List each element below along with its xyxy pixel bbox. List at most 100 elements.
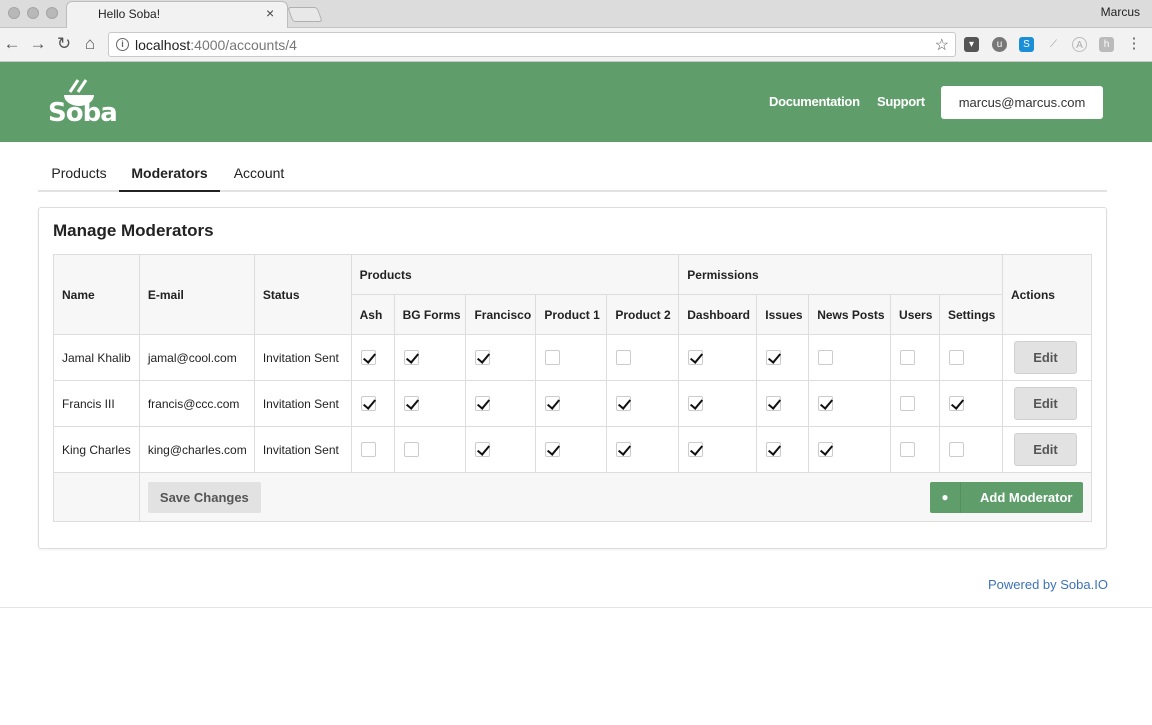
product-header: BG Forms xyxy=(393,294,467,335)
col-status-header: Status xyxy=(253,254,352,335)
extension-a-icon[interactable]: A xyxy=(1072,37,1087,52)
browser-titlebar: Hello Soba! × Marcus xyxy=(0,0,1152,29)
edit-button[interactable]: Edit xyxy=(1013,341,1077,374)
back-icon[interactable]: ← xyxy=(2,35,22,53)
permission-checkbox[interactable] xyxy=(900,396,916,412)
permission-cell xyxy=(939,426,1003,473)
products-group-header: Products xyxy=(350,254,680,295)
add-moderator-label: Add Moderator xyxy=(980,490,1073,505)
shield-extension-icon[interactable]: u xyxy=(992,37,1007,52)
permission-cell xyxy=(890,334,940,381)
reload-icon[interactable]: ↻ xyxy=(54,35,74,53)
permission-checkbox[interactable] xyxy=(688,442,704,458)
permission-checkbox[interactable] xyxy=(818,442,834,458)
product-checkbox[interactable] xyxy=(360,396,376,412)
documentation-link[interactable]: Documentation xyxy=(769,94,860,109)
product-checkbox[interactable] xyxy=(545,396,561,412)
tab-account[interactable]: Account xyxy=(222,155,296,192)
moderator-email: king@charles.com xyxy=(138,426,255,473)
minimize-window-icon[interactable] xyxy=(27,7,39,19)
close-window-icon[interactable] xyxy=(8,7,20,19)
pocket-icon[interactable]: ▾ xyxy=(964,37,979,52)
moderator-email: francis@ccc.com xyxy=(138,380,255,427)
permission-checkbox[interactable] xyxy=(766,442,782,458)
permission-cell xyxy=(756,426,810,473)
add-moderator-button[interactable]: ● Add Moderator xyxy=(930,482,1083,513)
edit-button[interactable]: Edit xyxy=(1013,433,1077,466)
actions-cell: Edit xyxy=(1001,380,1093,427)
permission-checkbox[interactable] xyxy=(688,350,704,366)
save-changes-button[interactable]: Save Changes xyxy=(147,481,261,513)
moderator-name: King Charles xyxy=(53,426,140,473)
product-checkbox[interactable] xyxy=(360,442,376,458)
product-cell xyxy=(350,380,395,427)
skype-extension-icon[interactable]: S xyxy=(1019,37,1034,52)
product-cell xyxy=(606,426,680,473)
browser-tab-title: Hello Soba! xyxy=(98,7,161,21)
support-link[interactable]: Support xyxy=(877,94,925,109)
forward-icon[interactable]: → xyxy=(28,35,48,53)
new-tab-button[interactable] xyxy=(287,7,323,22)
tab-close-icon[interactable]: × xyxy=(266,5,274,21)
product-cell xyxy=(535,426,608,473)
permission-cell xyxy=(756,334,810,381)
address-bar[interactable]: i localhost:4000/accounts/4 ☆ xyxy=(108,32,956,57)
tab-products[interactable]: Products xyxy=(38,155,120,192)
permission-cell xyxy=(939,334,1003,381)
permission-checkbox[interactable] xyxy=(818,396,834,412)
product-cell xyxy=(393,380,467,427)
permission-checkbox[interactable] xyxy=(900,350,916,366)
product-cell xyxy=(465,426,537,473)
user-account-button[interactable]: marcus@marcus.com xyxy=(941,86,1103,119)
product-cell xyxy=(606,334,680,381)
home-icon[interactable]: ⌂ xyxy=(80,35,100,53)
moderator-email: jamal@cool.com xyxy=(138,334,255,381)
moderator-status: Invitation Sent xyxy=(253,380,352,427)
table-row: King Charles king@charles.com Invitation S… xyxy=(53,426,1093,473)
product-checkbox[interactable] xyxy=(403,442,419,458)
tab-moderators[interactable]: Moderators xyxy=(119,155,220,192)
product-checkbox[interactable] xyxy=(403,396,419,412)
product-checkbox[interactable] xyxy=(616,396,632,412)
browser-toolbar: ← → ↻ ⌂ i localhost:4000/accounts/4 ☆ ▾ … xyxy=(0,28,1152,62)
product-checkbox[interactable] xyxy=(616,442,632,458)
maximize-window-icon[interactable] xyxy=(46,7,58,19)
edit-button[interactable]: Edit xyxy=(1013,387,1077,420)
product-cell xyxy=(350,426,395,473)
logo-text[interactable]: Soba xyxy=(48,98,118,128)
footer-empty-cell xyxy=(53,472,140,522)
permission-checkbox[interactable] xyxy=(688,396,704,412)
product-checkbox[interactable] xyxy=(475,350,491,366)
product-cell xyxy=(393,426,467,473)
permission-checkbox[interactable] xyxy=(949,350,964,366)
profile-name[interactable]: Marcus xyxy=(1101,5,1140,19)
permission-checkbox[interactable] xyxy=(900,442,916,458)
product-header: Product 1 xyxy=(535,294,608,335)
permission-cell xyxy=(890,426,940,473)
extension-box-icon[interactable]: h xyxy=(1099,37,1114,52)
manage-moderators-panel: Manage Moderators Name E-mail Status Pro… xyxy=(38,207,1107,549)
product-checkbox[interactable] xyxy=(360,350,376,366)
product-checkbox[interactable] xyxy=(545,350,561,366)
user-icon: ● xyxy=(930,482,961,513)
menu-kebab-icon[interactable]: ⋮ xyxy=(1124,35,1144,53)
product-checkbox[interactable] xyxy=(616,350,632,366)
permission-checkbox[interactable] xyxy=(766,396,782,412)
table-row: Jamal Khalib jamal@cool.com Invitation Sen… xyxy=(53,334,1093,381)
permission-checkbox[interactable] xyxy=(949,396,964,412)
product-cell xyxy=(535,380,608,427)
powered-by-link[interactable]: Powered by Soba.IO xyxy=(988,577,1108,592)
product-checkbox[interactable] xyxy=(475,396,491,412)
col-name-header: Name xyxy=(53,254,140,335)
product-checkbox[interactable] xyxy=(545,442,561,458)
extension-arrow-icon[interactable]: ⟋ xyxy=(1046,37,1061,52)
permission-header: News Posts xyxy=(808,294,892,335)
info-icon[interactable]: i xyxy=(116,38,129,51)
product-checkbox[interactable] xyxy=(403,350,419,366)
product-cell xyxy=(606,380,680,427)
permission-checkbox[interactable] xyxy=(766,350,782,366)
permission-checkbox[interactable] xyxy=(818,350,834,366)
permission-checkbox[interactable] xyxy=(949,442,964,458)
bookmark-star-icon[interactable]: ☆ xyxy=(935,35,949,55)
product-checkbox[interactable] xyxy=(475,442,491,458)
